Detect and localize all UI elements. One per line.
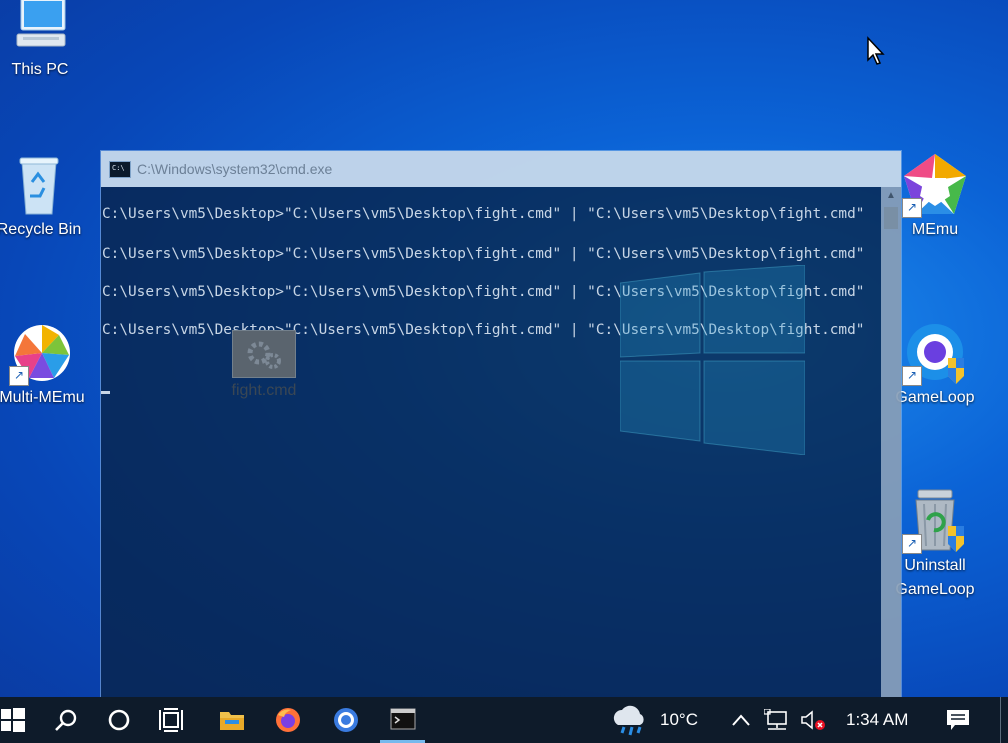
desktop-icon-gameloop[interactable]: ↗ GameLoop bbox=[887, 320, 983, 410]
rain-cloud-icon bbox=[613, 705, 644, 736]
taskbar-cmd[interactable] bbox=[380, 697, 425, 743]
weather-temperature[interactable]: 10°C bbox=[660, 697, 698, 743]
shortcut-arrow-icon: ↗ bbox=[902, 198, 922, 218]
gears-icon bbox=[232, 330, 296, 378]
console-line: C:\Users\vm5\Desktop>"C:\Users\vm5\Deskt… bbox=[102, 206, 865, 222]
gameloop-icon: ↗ bbox=[902, 320, 968, 386]
console-line: C:\Users\vm5\Desktop>"C:\Users\vm5\Deskt… bbox=[102, 246, 865, 262]
taskbar-firefox[interactable] bbox=[266, 697, 310, 743]
cmd-icon bbox=[109, 160, 131, 178]
windows-logo-watermark bbox=[619, 264, 806, 456]
desktop-icon-label: Uninstall bbox=[904, 557, 966, 574]
desktop-icon-label: MEmu bbox=[911, 221, 959, 238]
desktop-icon-this-pc[interactable]: This PC bbox=[0, 0, 88, 82]
recycle-bin-icon bbox=[6, 152, 72, 218]
taskbar: 10°C 1:34 AM bbox=[0, 697, 1008, 743]
chevron-up-icon bbox=[732, 714, 750, 726]
chrome-icon bbox=[334, 708, 358, 732]
weather-widget[interactable] bbox=[606, 697, 652, 743]
desktop-icon-label: fight.cmd bbox=[231, 382, 297, 399]
task-view-icon bbox=[159, 708, 183, 732]
search-icon bbox=[55, 709, 77, 731]
desktop-icon-label: This PC bbox=[11, 61, 69, 78]
taskbar-chrome[interactable] bbox=[324, 697, 368, 743]
action-center-icon bbox=[947, 710, 969, 730]
computer-icon bbox=[7, 0, 73, 58]
windows-start-icon bbox=[1, 708, 25, 732]
show-hidden-icons-button[interactable] bbox=[729, 697, 753, 743]
firefox-icon bbox=[276, 708, 300, 732]
network-button[interactable] bbox=[762, 697, 792, 743]
cmd-icon bbox=[390, 708, 415, 729]
multi-memu-icon: ↗ bbox=[9, 320, 75, 386]
desktop-icon-multi-memu[interactable]: ↗ Multi-MEmu bbox=[0, 320, 90, 410]
memu-icon: ↗ bbox=[902, 152, 968, 218]
shortcut-arrow-icon: ↗ bbox=[902, 534, 922, 554]
desktop-icon-fight-cmd[interactable]: fight.cmd bbox=[218, 330, 310, 400]
network-icon bbox=[764, 709, 787, 730]
cortana-button[interactable] bbox=[97, 697, 141, 743]
scroll-up-icon[interactable]: ▲ bbox=[881, 187, 901, 205]
desktop-icon-uninstall-gameloop[interactable]: ↗ Uninstall GameLoop bbox=[887, 488, 983, 602]
taskbar-file-explorer[interactable] bbox=[210, 697, 254, 743]
shortcut-arrow-icon: ↗ bbox=[902, 366, 922, 386]
desktop-icon-label: Recycle Bin bbox=[0, 221, 82, 238]
desktop-icon-memu[interactable]: ↗ MEmu bbox=[887, 152, 983, 242]
volume-muted-icon bbox=[801, 710, 825, 730]
desktop-icon-label: GameLoop bbox=[895, 389, 975, 406]
task-view-button[interactable] bbox=[150, 697, 194, 743]
cortana-icon bbox=[108, 709, 130, 731]
clock[interactable]: 1:34 AM bbox=[846, 697, 908, 743]
uninstall-icon: ↗ bbox=[902, 488, 968, 554]
search-button[interactable] bbox=[44, 697, 88, 743]
cmd-titlebar[interactable]: C:\Windows\system32\cmd.exe bbox=[101, 151, 901, 187]
desktop-icon-recycle-bin[interactable]: Recycle Bin bbox=[0, 152, 87, 242]
show-desktop-button[interactable] bbox=[1000, 697, 1001, 743]
scroll-thumb[interactable] bbox=[884, 207, 898, 229]
mouse-pointer-icon bbox=[866, 36, 886, 71]
window-title: C:\Windows\system32\cmd.exe bbox=[137, 161, 333, 177]
shortcut-arrow-icon: ↗ bbox=[9, 366, 29, 386]
desktop-icon-label: Multi-MEmu bbox=[0, 389, 85, 406]
notifications-button[interactable] bbox=[940, 697, 976, 743]
folder-icon bbox=[220, 712, 244, 730]
text-cursor bbox=[101, 391, 110, 394]
volume-button[interactable] bbox=[798, 697, 828, 743]
desktop-icon-label: GameLoop bbox=[895, 581, 975, 598]
start-button[interactable] bbox=[0, 697, 26, 743]
vertical-scrollbar[interactable]: ▲ ▼ bbox=[881, 187, 901, 711]
